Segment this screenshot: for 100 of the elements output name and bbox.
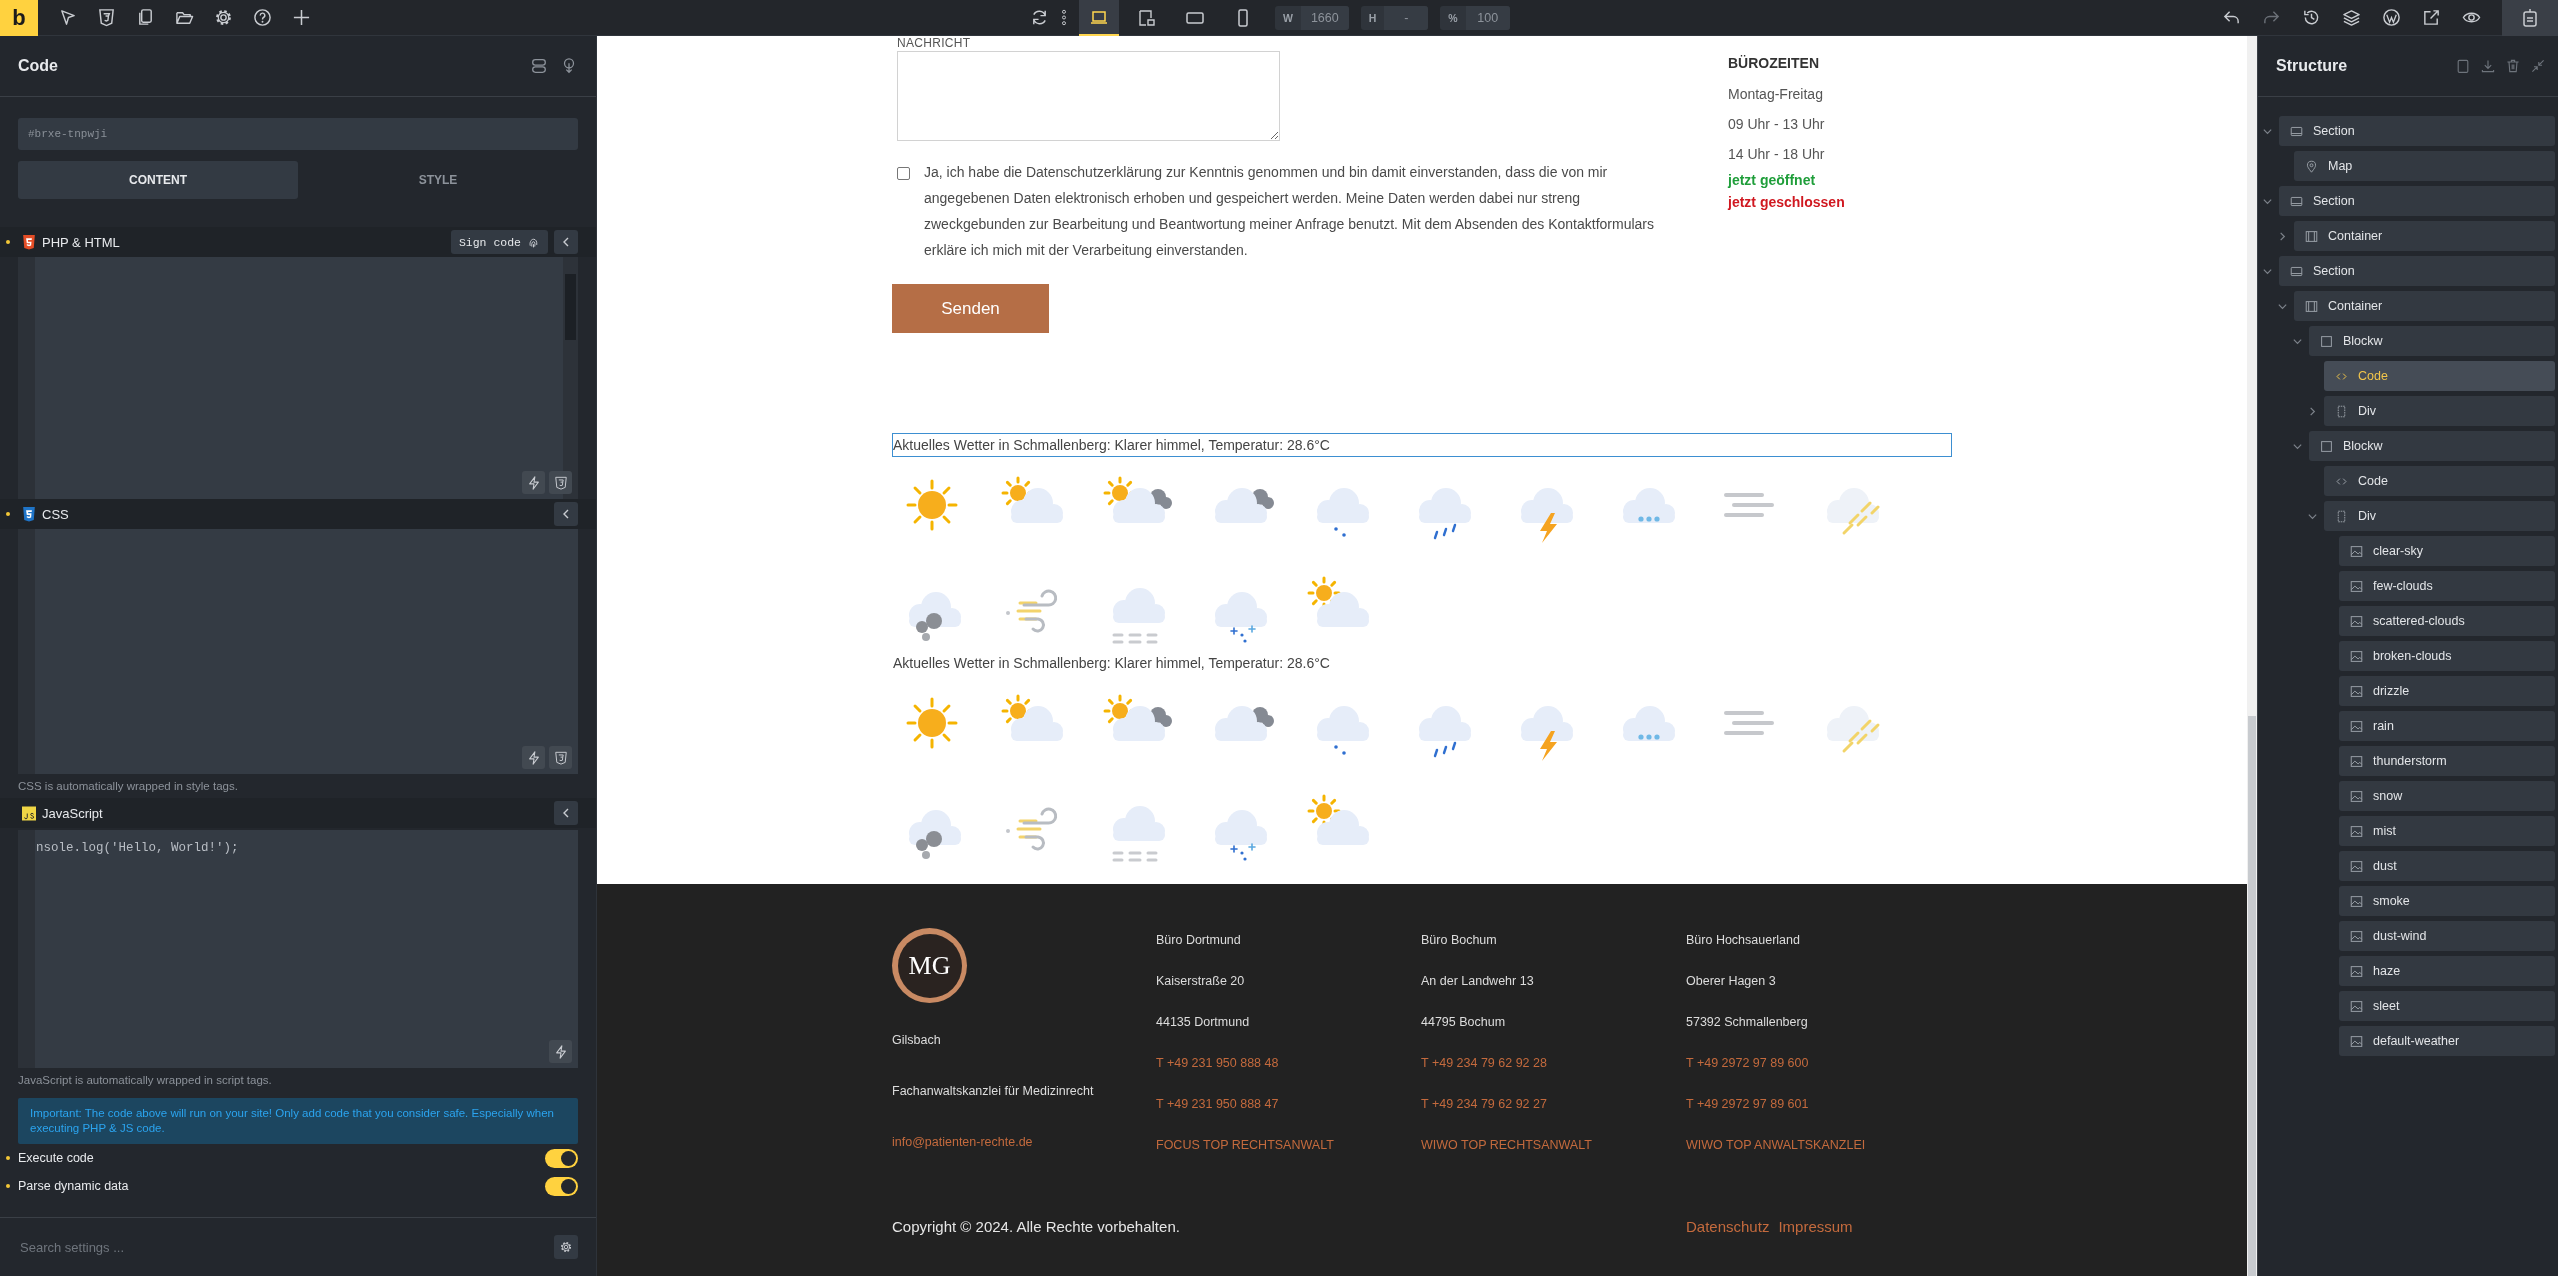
tree-item[interactable]: Blockw — [2309, 431, 2555, 461]
scrollbar[interactable] — [563, 257, 578, 499]
plus-icon[interactable] — [292, 8, 311, 27]
image-icon — [2350, 544, 2363, 558]
panel-title: Code — [18, 57, 58, 75]
tree-item[interactable]: few-clouds — [2339, 571, 2555, 601]
collapse-button[interactable] — [554, 502, 578, 526]
history-icon[interactable] — [2302, 8, 2321, 27]
shield-button[interactable] — [549, 746, 572, 769]
footer-link[interactable]: T +49 231 950 888 48 — [1156, 1051, 1421, 1092]
external-link-icon[interactable] — [2422, 8, 2441, 27]
scrollbar[interactable] — [2247, 36, 2257, 1276]
sign-code-button[interactable]: Sign code — [450, 230, 548, 254]
css3-icon — [22, 506, 36, 522]
email-link[interactable]: info@patienten-rechte.de — [892, 1117, 1156, 1168]
tree-item[interactable]: Code — [2324, 466, 2555, 496]
footer-link[interactable]: T +49 2972 97 89 600 — [1686, 1051, 1951, 1092]
toggle-icon[interactable] — [530, 57, 548, 75]
settings-button[interactable] — [554, 1235, 578, 1259]
toggle-switch[interactable] — [545, 1148, 578, 1168]
logo[interactable]: b — [0, 0, 38, 36]
square-icon — [2320, 439, 2333, 453]
tree-item[interactable]: mist — [2339, 816, 2555, 846]
footer-link[interactable]: T +49 231 950 888 47 — [1156, 1092, 1421, 1133]
size-field[interactable]: H - — [1360, 5, 1429, 30]
footer-link[interactable]: Impressum — [1778, 1218, 1853, 1235]
image-icon — [2350, 859, 2363, 873]
footer-link[interactable]: WIWO TOP RECHTSANWALT — [1421, 1133, 1686, 1174]
editor-title: PHP & HTML — [42, 234, 120, 250]
tree-item[interactable]: Container — [2294, 291, 2555, 321]
footer-link[interactable]: T +49 2972 97 89 601 — [1686, 1092, 1951, 1133]
footer-text: Oberer Hagen 3 — [1686, 973, 1777, 990]
refresh-icon[interactable] — [1030, 8, 1049, 27]
shield-icon[interactable] — [97, 8, 116, 27]
search-field[interactable]: Search settings ... — [18, 1238, 546, 1256]
tree-item[interactable]: broken-clouds — [2339, 641, 2555, 671]
settings-icon[interactable] — [214, 8, 233, 27]
size-field[interactable]: W 1660 — [1275, 5, 1349, 30]
tree-item[interactable]: Section — [2279, 186, 2555, 216]
shield-button[interactable] — [549, 471, 572, 494]
code-line: nsole.log('Hello, World!'); — [36, 841, 239, 855]
chevron-icon[interactable] — [2277, 230, 2288, 242]
image-icon — [2350, 754, 2363, 768]
lightning-button[interactable] — [522, 471, 545, 494]
footer-text: Gilsbach — [892, 1032, 942, 1049]
footer-link[interactable]: Datenschutz — [1686, 1218, 1770, 1235]
send-button[interactable]: Senden — [892, 284, 1049, 333]
tree-item[interactable]: clear-sky — [2339, 536, 2555, 566]
collapse-button[interactable] — [554, 801, 578, 825]
tree-item[interactable]: Blockw — [2309, 326, 2555, 356]
tree-item[interactable]: scattered-clouds — [2339, 606, 2555, 636]
tree-item[interactable]: dust-wind — [2339, 921, 2555, 951]
help-icon[interactable] — [253, 8, 272, 27]
tree-item[interactable]: Code — [2324, 361, 2555, 391]
tree-item[interactable]: Div — [2324, 501, 2555, 531]
panel-tab[interactable]: STYLE — [298, 161, 578, 199]
element-id-field[interactable]: #brxe-tnpwji — [18, 118, 578, 150]
wordpress-icon[interactable] — [2382, 8, 2401, 27]
tree-item[interactable]: Section — [2279, 256, 2555, 286]
lightning-button[interactable] — [549, 1040, 572, 1063]
chevron-icon[interactable] — [2307, 405, 2318, 417]
pointer-icon[interactable] — [58, 8, 77, 27]
shield-icon — [553, 750, 568, 765]
tree-item[interactable]: snow — [2339, 781, 2555, 811]
breakpoint-button[interactable] — [1079, 0, 1119, 36]
footer-link[interactable]: T +49 234 79 62 92 27 — [1421, 1092, 1686, 1133]
panel-tab[interactable]: CONTENT — [18, 161, 298, 199]
tree-item[interactable]: haze — [2339, 956, 2555, 986]
consent-checkbox[interactable] — [897, 167, 910, 180]
more-icon[interactable] — [1061, 8, 1067, 27]
tree-item[interactable]: smoke — [2339, 886, 2555, 916]
footer-link[interactable]: T +49 234 79 62 92 28 — [1421, 1051, 1686, 1092]
tree-item[interactable]: sleet — [2339, 991, 2555, 1021]
message-field[interactable] — [897, 51, 1280, 141]
clipboard-icon[interactable] — [2455, 58, 2471, 74]
size-field[interactable]: % 100 — [1440, 5, 1510, 30]
layers-icon[interactable] — [2342, 8, 2361, 27]
lightning-button[interactable] — [522, 746, 545, 769]
tree-item[interactable]: Div — [2324, 396, 2555, 426]
tree-item[interactable]: drizzle — [2339, 676, 2555, 706]
collapse-icon[interactable] — [2530, 58, 2546, 74]
structure-panel-button[interactable] — [2502, 0, 2558, 36]
tree-item[interactable]: thunderstorm — [2339, 746, 2555, 776]
footer-text: 57392 Schmallenberg — [1686, 1014, 1809, 1031]
download-icon[interactable] — [2480, 58, 2496, 74]
tree-item[interactable]: Section — [2279, 116, 2555, 146]
footer-link[interactable]: WIWO TOP ANWALTSKANZLEI — [1686, 1133, 1951, 1174]
tree-item[interactable]: dust — [2339, 851, 2555, 881]
footer-link[interactable]: FOCUS TOP RECHTSANWALT — [1156, 1133, 1421, 1174]
editor-title: JavaScript — [42, 805, 103, 821]
tree-item[interactable]: rain — [2339, 711, 2555, 741]
trash-icon[interactable] — [2505, 58, 2521, 74]
tree-item[interactable]: Container — [2294, 221, 2555, 251]
lightning-icon — [526, 750, 541, 765]
tree-item[interactable]: default-weather — [2339, 1026, 2555, 1056]
code-editor[interactable]: nsole.log('Hello, World!'); — [18, 830, 578, 1068]
pages-icon[interactable] — [136, 8, 155, 27]
tree-item[interactable]: Map — [2294, 151, 2555, 181]
collapse-button[interactable] — [554, 230, 578, 254]
toggle-switch[interactable] — [545, 1176, 578, 1196]
